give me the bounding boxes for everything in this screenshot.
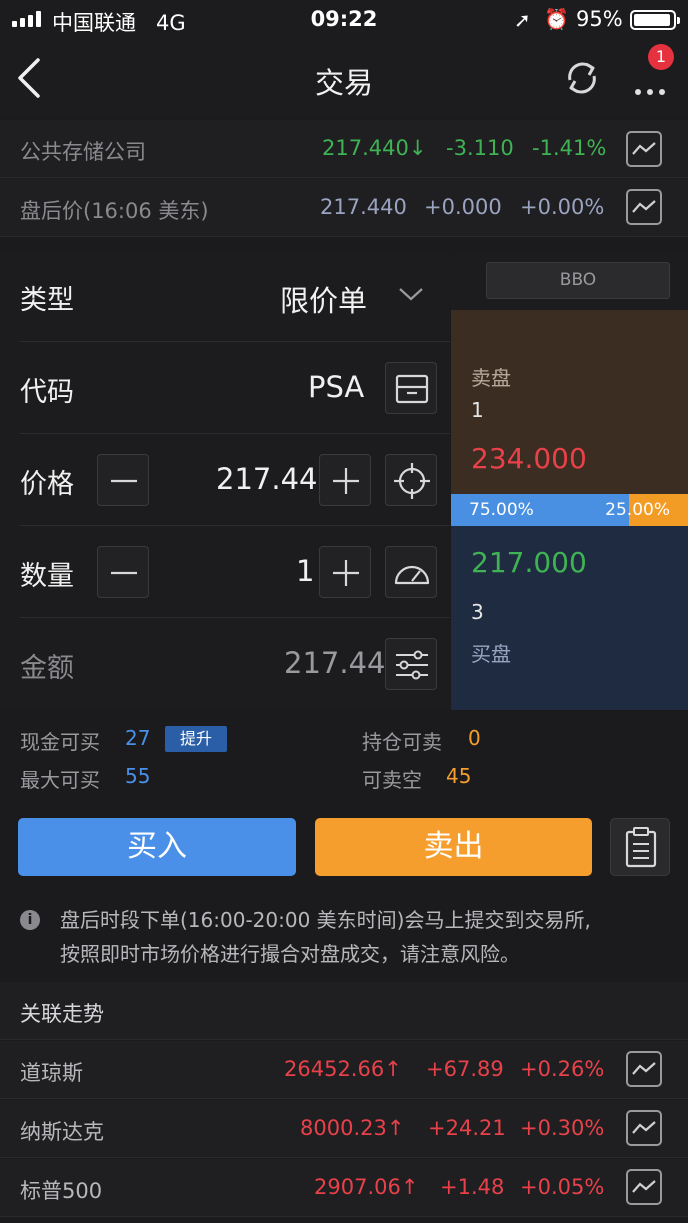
upgrade-button[interactable]: 提升: [165, 726, 227, 752]
bbo-button[interactable]: BBO: [486, 262, 670, 299]
code-label: 代码: [20, 377, 74, 408]
related-title: 关联走势: [20, 1002, 104, 1026]
battery-percent: 95%: [576, 7, 623, 31]
notice-line-1: 盘后时段下单(16:00-20:00 美东时间)会马上提交到交易所,: [60, 908, 591, 932]
chart-icon[interactable]: [626, 189, 662, 225]
stock-name: 公共存储公司: [20, 140, 146, 164]
short-sell-label: 可卖空: [362, 768, 422, 792]
index-change: +67.89: [426, 1057, 504, 1081]
code-value[interactable]: PSA: [308, 370, 364, 404]
bid-price: 217.000: [471, 546, 587, 579]
index-name: 道琼斯: [20, 1061, 83, 1085]
buy-ratio-label: 75.00%: [469, 500, 534, 520]
quantity-row: 数量 1: [0, 526, 450, 618]
price-input[interactable]: 217.44: [216, 462, 317, 496]
max-buy-value: 55: [125, 764, 151, 788]
list-item[interactable]: 纳斯达克 8000.23↑ +24.21 +0.30%: [0, 1100, 688, 1158]
nav-bar: 交易 1: [0, 40, 688, 118]
position-sell-value: 0: [468, 726, 481, 750]
notification-badge: 1: [648, 44, 674, 70]
order-type-value: 限价单: [280, 284, 368, 318]
related-section-header: 关联走势: [0, 982, 688, 1040]
cash-buy-label: 现金可买: [20, 730, 100, 754]
stock-price: 217.440↓: [322, 136, 427, 160]
price-decrease-button[interactable]: [97, 454, 149, 506]
stock-change-pct: -1.41%: [532, 136, 607, 160]
sell-button[interactable]: 卖出: [315, 818, 592, 876]
index-change: +1.48: [440, 1175, 505, 1199]
stock-quote-row[interactable]: 公共存储公司 217.440↓ -3.110 -1.41%: [0, 120, 688, 178]
alarm-icon: ⏰: [544, 7, 569, 31]
buy-sell-ratio-bar: 75.00% 25.00%: [451, 494, 688, 526]
location-icon: ➚: [514, 8, 531, 32]
index-price: 2907.06↑: [314, 1175, 419, 1199]
bid-size: 3: [471, 600, 484, 624]
quantity-increase-button[interactable]: [319, 546, 371, 598]
index-price: 26452.66↑: [284, 1057, 402, 1081]
ask-panel[interactable]: 卖盘 1 234.000: [451, 310, 688, 494]
index-name: 纳斯达克: [20, 1120, 104, 1144]
price-row: 价格 217.44: [0, 434, 450, 526]
list-item[interactable]: 标普500 2907.06↑ +1.48 +0.05%: [0, 1159, 688, 1217]
chart-icon[interactable]: [626, 1110, 662, 1146]
stock-picker-icon[interactable]: [385, 362, 437, 414]
index-name: 标普500: [20, 1179, 103, 1203]
index-change-pct: +0.05%: [520, 1175, 605, 1199]
battery-icon: [630, 10, 680, 30]
sell-ratio-label: 25.00%: [605, 500, 670, 520]
index-price: 8000.23↑: [300, 1116, 405, 1140]
after-hours-change: +0.000: [424, 195, 502, 219]
refresh-icon[interactable]: [562, 58, 602, 98]
after-hours-price: 217.440: [320, 195, 407, 219]
order-book: BBO 卖盘 1 234.000 75.00% 25.00% 217.000 3…: [451, 250, 688, 710]
crosshair-icon[interactable]: [385, 454, 437, 506]
quantity-decrease-button[interactable]: [97, 546, 149, 598]
position-sell-label: 持仓可卖: [362, 730, 442, 754]
chevron-down-icon: [398, 286, 424, 306]
order-list-icon[interactable]: [610, 818, 670, 876]
notice-line-2: 按照即时市场价格进行撮合对盘成交，请注意风险。: [60, 942, 520, 966]
amount-label: 金额: [20, 653, 74, 684]
code-row: 代码 PSA: [0, 342, 450, 434]
order-type-row[interactable]: 类型 限价单: [0, 250, 450, 342]
price-increase-button[interactable]: [319, 454, 371, 506]
after-hours-notice: i 盘后时段下单(16:00-20:00 美东时间)会马上提交到交易所, 按照即…: [0, 890, 688, 980]
cash-buy-value: 27: [125, 726, 151, 750]
index-change: +24.21: [428, 1116, 506, 1140]
status-bar: 中国联通 4G 09:22 ➚ ⏰ 95%: [0, 0, 688, 40]
ask-price: 234.000: [471, 442, 587, 475]
info-icon: i: [20, 910, 40, 930]
after-hours-label: 盘后价(16:06 美东): [20, 199, 209, 223]
order-type-label: 类型: [20, 285, 74, 316]
index-change-pct: +0.30%: [520, 1116, 605, 1140]
index-change-pct: +0.26%: [520, 1057, 605, 1081]
amount-row: 金额 217.44: [0, 618, 450, 710]
chart-icon[interactable]: [626, 1169, 662, 1205]
stock-change: -3.110: [446, 136, 514, 160]
chart-icon[interactable]: [626, 1051, 662, 1087]
max-buy-label: 最大可买: [20, 768, 100, 792]
bid-label: 买盘: [471, 642, 511, 666]
bid-panel[interactable]: 217.000 3 买盘: [451, 526, 688, 710]
after-hours-change-pct: +0.00%: [520, 195, 605, 219]
chart-icon[interactable]: [626, 131, 662, 167]
order-form: 类型 限价单 代码 PSA 价格 217.44 数量 1 金额 217.44: [0, 250, 450, 710]
quantity-label: 数量: [20, 561, 74, 592]
availability-panel: 现金可买 27 提升 最大可买 55 持仓可卖 0 可卖空 45: [0, 710, 688, 810]
sliders-icon[interactable]: [385, 638, 437, 690]
amount-value: 217.44: [284, 646, 386, 680]
buy-button[interactable]: 买入: [18, 818, 296, 876]
ask-size: 1: [471, 398, 484, 422]
ask-label: 卖盘: [471, 366, 511, 390]
gauge-icon[interactable]: [385, 546, 437, 598]
short-sell-value: 45: [446, 764, 472, 788]
list-item[interactable]: 道琼斯 26452.66↑ +67.89 +0.26%: [0, 1041, 688, 1099]
price-label: 价格: [20, 469, 74, 500]
quantity-input[interactable]: 1: [296, 554, 314, 588]
after-hours-row[interactable]: 盘后价(16:06 美东) 217.440 +0.000 +0.00%: [0, 179, 688, 237]
